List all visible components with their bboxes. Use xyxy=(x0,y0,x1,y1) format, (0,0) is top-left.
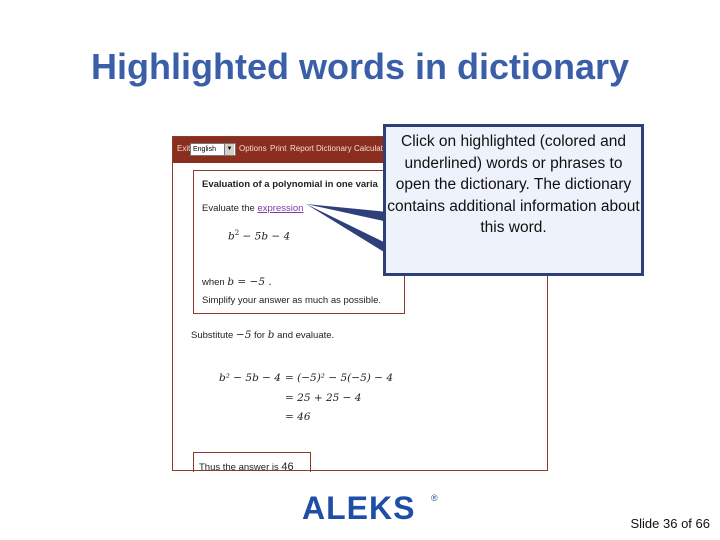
aleks-logo: ALEKS xyxy=(302,490,416,526)
pointer-arrow-upper xyxy=(306,204,388,222)
dictionary-callout: Click on highlighted (colored and underl… xyxy=(383,124,644,276)
slide-number: Slide 36 of 66 xyxy=(630,516,710,531)
registered-mark: ® xyxy=(431,493,438,503)
